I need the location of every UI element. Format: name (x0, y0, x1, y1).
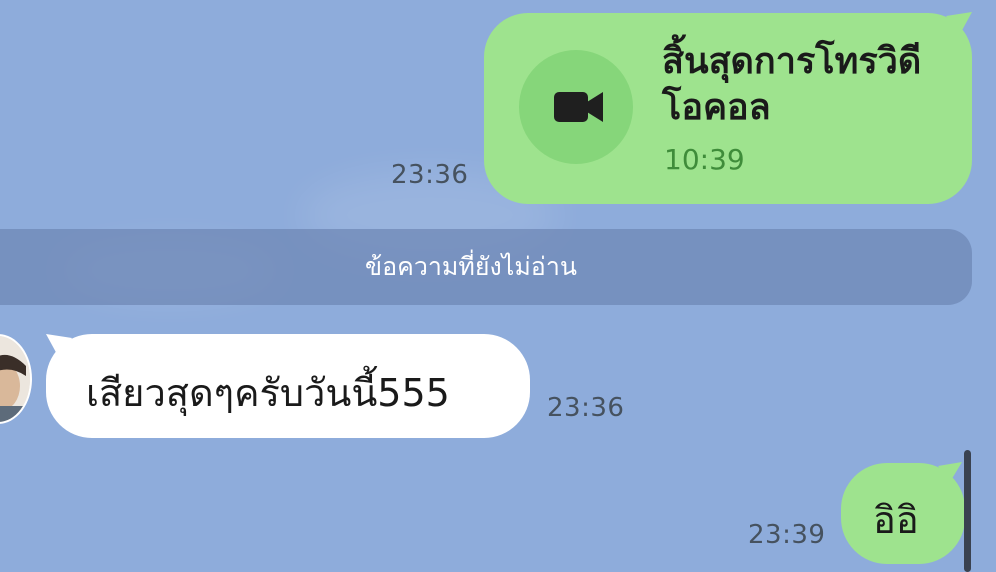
avatar[interactable] (0, 334, 32, 424)
message-text: เสียวสุดๆครับวันนี้555 (86, 371, 450, 415)
message-time: 23:39 (748, 520, 826, 550)
message-time: 23:36 (391, 160, 469, 190)
bubble-tail (938, 462, 962, 482)
video-camera-icon (554, 92, 603, 122)
video-call-icon-circle (519, 50, 633, 164)
scrollbar-thumb[interactable] (964, 450, 971, 572)
unread-messages-divider: ข้อความที่ยังไม่อ่าน (0, 229, 972, 305)
unread-divider-label: ข้อความที่ยังไม่อ่าน (365, 252, 577, 281)
message-time: 23:36 (547, 393, 625, 423)
message-text: อิอิ (873, 498, 919, 542)
call-duration: 10:39 (664, 143, 745, 176)
bubble-tail (946, 12, 972, 34)
call-status-title: สิ้นสุดการโทรวิดีโอคอล (662, 41, 922, 128)
incoming-message-bubble[interactable]: เสียวสุดๆครับวันนี้555 (46, 334, 530, 438)
avatar-photo (0, 336, 30, 422)
video-call-bubble[interactable]: สิ้นสุดการโทรวิดีโอคอล 10:39 (484, 13, 972, 204)
